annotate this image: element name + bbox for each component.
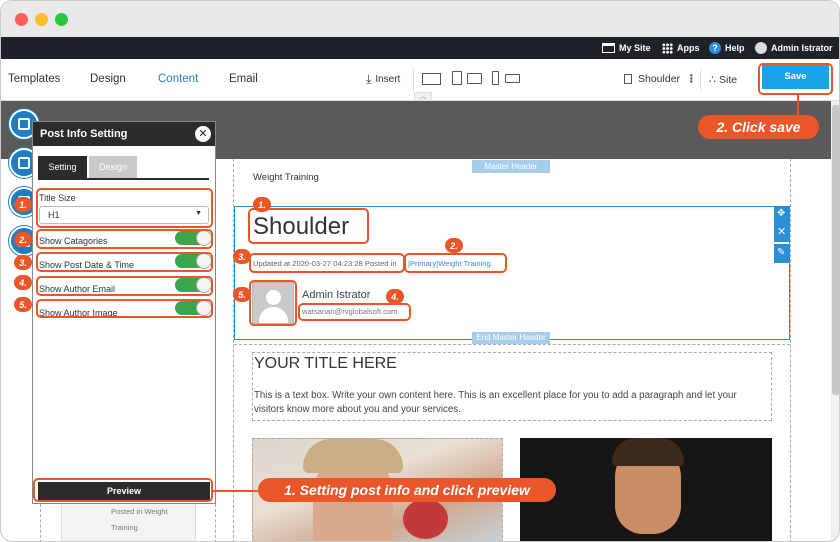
avatar-icon: [755, 42, 767, 54]
window-titlebar: [1, 1, 839, 37]
sitemap-icon: ∴: [709, 74, 716, 86]
grid-icon: [662, 42, 673, 54]
tab-email[interactable]: Email: [229, 73, 258, 85]
image-hair: [612, 438, 684, 466]
top-navigation-bar: My Site Apps ? Help Admin Istrator: [1, 37, 839, 59]
editor-toolbar: Templates Design Content Email ⤓ Insert …: [1, 59, 839, 101]
mobile-landscape-icon[interactable]: [505, 74, 520, 83]
divider: [700, 69, 701, 91]
annotation-box-preview: [33, 478, 213, 502]
collapse-toolbar-icon[interactable]: ︿: [414, 92, 432, 101]
badge-3: 3.: [233, 249, 251, 264]
site-menu[interactable]: ∴ Site: [709, 73, 738, 87]
tab-setting[interactable]: Setting: [38, 156, 87, 178]
tablet-landscape-icon[interactable]: [467, 73, 482, 84]
annotation-box-categories: [36, 229, 213, 249]
user-name-label: Admin Istrator: [771, 43, 833, 53]
layout-icon: [18, 118, 30, 130]
help-label: Help: [725, 43, 745, 53]
annotation-box-post-date: [36, 252, 213, 272]
annotation-box-author-image: [36, 299, 213, 318]
help-link[interactable]: ? Help: [709, 41, 745, 55]
posted-in-text: Posted in Weight: [111, 507, 168, 516]
minimize-window-button[interactable]: [35, 13, 48, 26]
site-label: Site: [719, 73, 738, 86]
more-vertical-icon: ⋮: [686, 73, 697, 85]
badge-4: 4.: [14, 275, 32, 290]
tab-design-panel[interactable]: Design: [89, 156, 137, 178]
insert-button[interactable]: ⤓ Insert: [366, 72, 400, 87]
my-site-label: My Site: [619, 43, 651, 53]
page-selector[interactable]: Shoulder ⋮: [624, 73, 697, 85]
scrollbar-thumb[interactable]: [832, 105, 839, 395]
badge-3: 3.: [14, 255, 32, 270]
tab-underline: [38, 178, 209, 180]
annotation-box-post-title: [248, 208, 369, 244]
badge-4: 4.: [386, 289, 404, 304]
text-box-title: YOUR TITLE HERE: [254, 355, 397, 372]
master-header-label: Master Header: [472, 160, 550, 173]
user-menu[interactable]: Admin Istrator: [755, 41, 833, 55]
annotation-box-email-page: [298, 303, 411, 321]
annotation-box-author-email: [36, 276, 213, 296]
image-hair: [303, 439, 403, 473]
app-window: My Site Apps ? Help Admin Istrator Templ…: [0, 0, 840, 542]
posted-in-text-cont: Training: [111, 523, 138, 532]
callout-click-save: 2. Click save: [698, 115, 819, 139]
monitor-icon: [602, 43, 615, 53]
apps-link[interactable]: Apps: [662, 41, 700, 55]
annotation-box-avatar-page: [249, 280, 297, 326]
callout-setting-preview: 1. Setting post info and click preview: [258, 478, 556, 502]
badge-2: 2.: [14, 232, 32, 247]
annotation-box-title-size: [36, 188, 213, 228]
badge-1: 1.: [253, 197, 271, 212]
category-heading: Weight Training: [253, 172, 319, 183]
page-name-label: Shoulder: [638, 73, 681, 85]
download-icon: ⤓: [366, 72, 372, 86]
end-master-header-label: End Master Header: [472, 332, 550, 344]
annotation-box-post-date-page: [249, 253, 405, 273]
close-window-button[interactable]: [15, 13, 28, 26]
sidebar-widget: Posted in Weight Training: [40, 504, 216, 541]
tab-content[interactable]: Content: [158, 73, 198, 85]
badge-1: 1.: [14, 197, 32, 212]
divider: [413, 69, 414, 91]
badge-5: 5.: [14, 297, 32, 312]
apps-label: Apps: [677, 43, 700, 53]
help-icon: ?: [709, 42, 721, 54]
close-panel-icon[interactable]: ✕: [195, 126, 211, 142]
panel-title: Post Info Setting: [40, 128, 128, 140]
tablet-portrait-icon[interactable]: [452, 71, 462, 85]
insert-label: Insert: [375, 74, 401, 85]
badge-2: 2.: [445, 238, 463, 253]
desktop-view-icon[interactable]: [422, 73, 441, 85]
vertical-scrollbar[interactable]: [831, 101, 839, 541]
annotation-box-category-page: [404, 253, 507, 273]
edit-icon[interactable]: ✎: [774, 244, 790, 263]
image-glove: [403, 499, 448, 539]
annotation-box-save: [758, 63, 833, 95]
document-icon: [624, 74, 632, 84]
pages-icon: [18, 157, 30, 169]
connector-line-save: [797, 95, 799, 115]
mobile-portrait-icon[interactable]: [492, 71, 499, 85]
image-man-smiling[interactable]: [520, 438, 772, 541]
text-box-body: This is a text box. Write your own conte…: [254, 390, 737, 415]
tab-templates[interactable]: Templates: [8, 73, 60, 85]
my-site-link[interactable]: My Site: [602, 41, 651, 55]
delete-icon[interactable]: ✕: [774, 223, 790, 242]
connector-line-preview: [213, 490, 261, 492]
divider: [234, 344, 790, 345]
author-name: Admin Istrator: [302, 289, 371, 301]
panel-header: Post Info Setting ✕: [33, 122, 215, 146]
badge-5: 5.: [233, 287, 251, 302]
tab-design[interactable]: Design: [90, 73, 126, 85]
maximize-window-button[interactable]: [55, 13, 68, 26]
